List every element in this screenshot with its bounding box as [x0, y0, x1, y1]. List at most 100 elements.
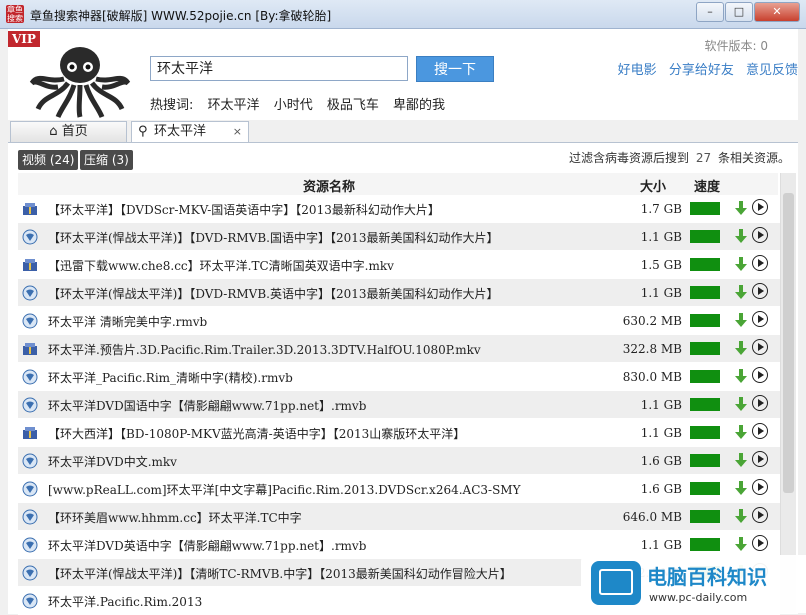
play-icon[interactable] — [752, 311, 768, 327]
play-icon[interactable] — [752, 255, 768, 271]
download-icon[interactable] — [734, 256, 748, 272]
filter-archive[interactable]: 压缩 (3) — [80, 150, 133, 170]
resource-size: 1.6 GB — [640, 454, 682, 468]
hot-words-label: 热搜词: — [150, 98, 194, 113]
download-icon[interactable] — [734, 536, 748, 552]
play-icon[interactable] — [752, 199, 768, 215]
resource-size: 1.1 GB — [640, 398, 682, 412]
download-icon[interactable] — [734, 228, 748, 244]
play-icon[interactable] — [752, 535, 768, 551]
table-header: 资源名称 大小 速度 — [18, 173, 778, 195]
play-icon[interactable] — [752, 507, 768, 523]
app-logo: 章鱼搜索 — [6, 5, 24, 23]
speed-bar — [690, 314, 720, 327]
resource-name[interactable]: 【环太平洋(悍战太平洋)】【DVD-RMVB.英语中字】【2013最新美国科幻动… — [48, 285, 618, 302]
table-row[interactable]: 【环大西洋】【BD-1080P-MKV蓝光高清-英语中字】【2013山寨版环太平… — [18, 419, 780, 447]
filter-video[interactable]: 视频 (24) — [18, 150, 79, 170]
table-row[interactable]: 环太平洋DVD国语中字【倩影翩翩www.71pp.net】.rmvb 1.1 GB — [18, 391, 780, 419]
download-icon[interactable] — [734, 396, 748, 412]
resource-name[interactable]: 【迅雷下载www.che8.cc】环太平洋.TC清晰国英双语中字.mkv — [48, 257, 618, 274]
play-icon[interactable] — [752, 451, 768, 467]
download-icon[interactable] — [734, 368, 748, 384]
col-size-header[interactable]: 大小 — [640, 176, 666, 195]
video-icon — [22, 481, 38, 497]
resource-size: 1.1 GB — [640, 286, 682, 300]
speed-bar — [690, 286, 720, 299]
resource-name[interactable]: 环太平洋 清晰完美中字.rmvb — [48, 313, 618, 330]
results-panel: 视频 (24) 压缩 (3) 过滤含病毒资源后搜到 27 条相关资源。 资源名称… — [8, 142, 798, 615]
minimize-button[interactable]: – — [696, 2, 724, 22]
col-speed-header[interactable]: 速度 — [694, 176, 720, 195]
play-icon[interactable] — [752, 283, 768, 299]
download-icon[interactable] — [734, 200, 748, 216]
download-icon[interactable] — [734, 508, 748, 524]
table-row[interactable]: 【环太平洋】【DVDScr-MKV-国语英语中字】【2013最新科幻动作大片】 1… — [18, 195, 780, 223]
hot-word[interactable]: 卑鄙的我 — [393, 98, 445, 113]
watermark: 电脑百科知识 www.pc-daily.com — [581, 555, 806, 613]
play-icon[interactable] — [752, 339, 768, 355]
maximize-button[interactable]: □ — [725, 2, 753, 22]
resource-name[interactable]: 【环太平洋(悍战太平洋)】【清晰TC-RMVB.中字】【2013最新美国科幻动作… — [48, 565, 618, 582]
resource-name[interactable]: 环太平洋.预告片.3D.Pacific.Rim.Trailer.3D.2013.… — [48, 341, 618, 358]
play-icon[interactable] — [752, 479, 768, 495]
resource-name[interactable]: [www.pReaLL.com]环太平洋[中文字幕]Pacific.Rim.20… — [48, 481, 618, 498]
archive-icon — [23, 343, 37, 355]
table-row[interactable]: 环太平洋 清晰完美中字.rmvb 630.2 MB — [18, 307, 780, 335]
resource-name[interactable]: 【环大西洋】【BD-1080P-MKV蓝光高清-英语中字】【2013山寨版环太平… — [48, 425, 618, 442]
table-row[interactable]: [www.pReaLL.com]环太平洋[中文字幕]Pacific.Rim.20… — [18, 475, 780, 503]
resource-name[interactable]: 环太平洋_Pacific.Rim_清晰中字(精校).rmvb — [48, 369, 618, 386]
resource-name[interactable]: 环太平洋DVD英语中字【倩影翩翩www.71pp.net】.rmvb — [48, 537, 618, 554]
resource-name[interactable]: 环太平洋.Pacific.Rim.2013 — [48, 593, 618, 610]
table-row[interactable]: 【环太平洋(悍战太平洋)】【DVD-RMVB.国语中字】【2013最新美国科幻动… — [18, 223, 780, 251]
window-controls: – □ ✕ — [696, 2, 800, 22]
good-movies-link[interactable]: 好电影 — [618, 63, 657, 78]
search-input[interactable]: 环太平洋 — [150, 56, 408, 81]
resource-name[interactable]: 【环太平洋(悍战太平洋)】【DVD-RMVB.国语中字】【2013最新美国科幻动… — [48, 229, 618, 246]
home-icon: ⌂ — [49, 124, 58, 139]
play-icon[interactable] — [752, 395, 768, 411]
download-icon[interactable] — [734, 284, 748, 300]
download-icon[interactable] — [734, 480, 748, 496]
hot-word[interactable]: 小时代 — [274, 98, 313, 113]
video-icon — [22, 565, 38, 581]
play-icon[interactable] — [752, 367, 768, 383]
result-count: 27 — [695, 151, 712, 165]
speed-bar — [690, 482, 720, 495]
download-icon[interactable] — [734, 340, 748, 356]
table-row[interactable]: 环太平洋.预告片.3D.Pacific.Rim.Trailer.3D.2013.… — [18, 335, 780, 363]
table-row[interactable]: 环太平洋_Pacific.Rim_清晰中字(精校).rmvb 830.0 MB — [18, 363, 780, 391]
search-button[interactable]: 搜一下 — [416, 56, 494, 82]
hot-word[interactable]: 极品飞车 — [327, 98, 379, 113]
table-row[interactable]: 【环太平洋(悍战太平洋)】【DVD-RMVB.英语中字】【2013最新美国科幻动… — [18, 279, 780, 307]
col-name-header[interactable]: 资源名称 — [303, 176, 355, 195]
resource-size: 1.7 GB — [640, 202, 682, 216]
feedback-link[interactable]: 意见反馈 — [746, 63, 798, 78]
resource-name[interactable]: 环太平洋DVD中文.mkv — [48, 453, 618, 470]
speed-bar — [690, 426, 720, 439]
close-button[interactable]: ✕ — [754, 2, 800, 22]
play-icon[interactable] — [752, 227, 768, 243]
tab-search-result[interactable]: ⚲ 环太平洋 × — [131, 121, 249, 142]
resource-name[interactable]: 【环环美眉www.hhmm.cc】环太平洋.TC中字 — [48, 509, 618, 526]
tab-home-label: 首页 — [61, 124, 88, 139]
video-icon — [22, 397, 38, 413]
video-icon — [22, 509, 38, 525]
tab-search-label: 环太平洋 — [154, 124, 207, 139]
table-row[interactable]: 【环环美眉www.hhmm.cc】环太平洋.TC中字 646.0 MB — [18, 503, 780, 531]
table-row[interactable]: 环太平洋DVD中文.mkv 1.6 GB — [18, 447, 780, 475]
download-icon[interactable] — [734, 312, 748, 328]
download-icon[interactable] — [734, 452, 748, 468]
share-link[interactable]: 分享给好友 — [669, 63, 734, 78]
resource-name[interactable]: 【环太平洋】【DVDScr-MKV-国语英语中字】【2013最新科幻动作大片】 — [48, 201, 618, 218]
hot-word[interactable]: 环太平洋 — [208, 98, 260, 113]
resource-name[interactable]: 环太平洋DVD国语中字【倩影翩翩www.71pp.net】.rmvb — [48, 397, 618, 414]
resource-size: 830.0 MB — [622, 370, 682, 384]
vertical-scrollbar[interactable] — [780, 173, 796, 613]
window-title: 章鱼搜索神器[破解版] WWW.52pojie.cn [By:拿破轮胎] — [30, 9, 332, 23]
table-row[interactable]: 【迅雷下载www.che8.cc】环太平洋.TC清晰国英双语中字.mkv 1.5 … — [18, 251, 780, 279]
tab-close-icon[interactable]: × — [233, 122, 242, 142]
play-icon[interactable] — [752, 423, 768, 439]
tab-home[interactable]: ⌂ 首页 — [10, 121, 127, 142]
download-icon[interactable] — [734, 424, 748, 440]
scrollbar-thumb[interactable] — [783, 193, 794, 493]
